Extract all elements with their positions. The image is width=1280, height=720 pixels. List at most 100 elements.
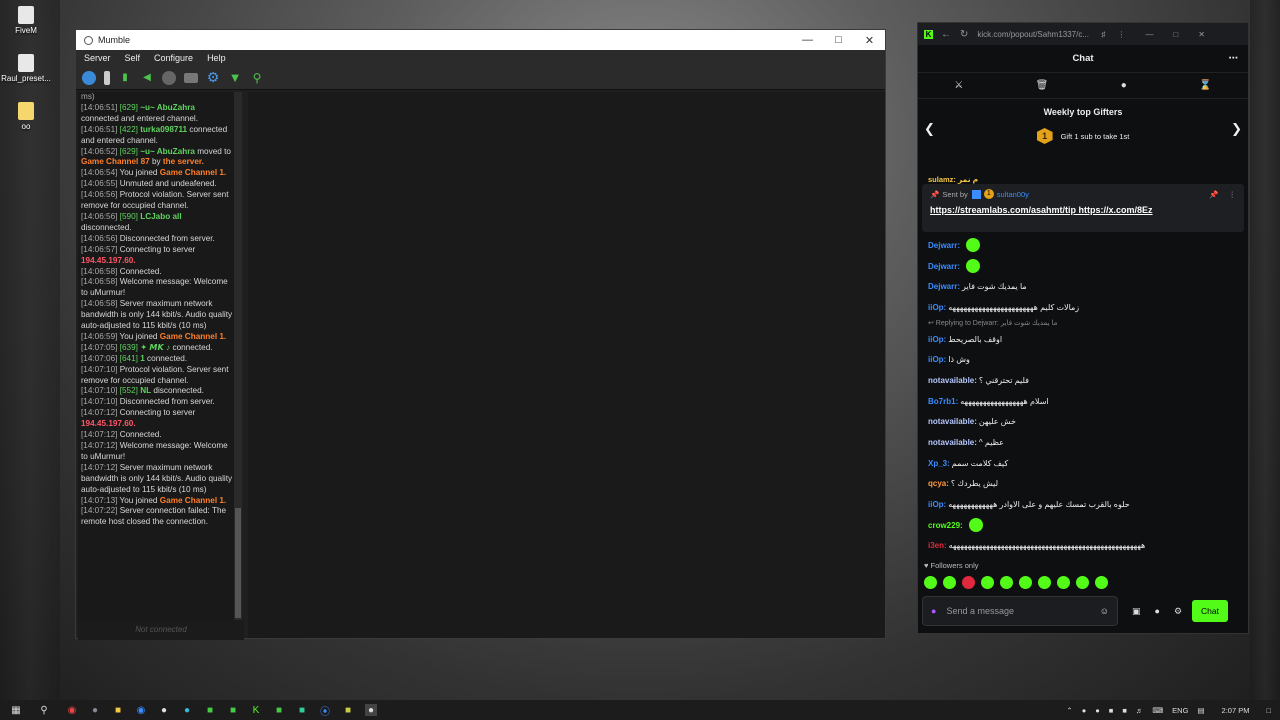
chat-username[interactable]: Dejwarr: xyxy=(928,241,960,250)
maximize-icon[interactable]: □ xyxy=(1173,30,1178,39)
desktop-icon-raul-preset[interactable]: Raul_preset... xyxy=(0,54,52,83)
tray-icon[interactable]: ● xyxy=(1095,706,1100,715)
folder-icon[interactable]: ■ xyxy=(112,704,124,716)
pinned-links[interactable]: https://streamlabs.com/asahmt/tip https:… xyxy=(930,205,1236,215)
app-icon[interactable]: ■ xyxy=(342,704,354,716)
chat-username[interactable]: i3en: xyxy=(928,541,947,550)
desktop-icon-oo[interactable]: oo xyxy=(0,102,52,131)
minimize-icon[interactable]: — xyxy=(1145,30,1153,39)
chat-username[interactable]: Bo7rb1: xyxy=(928,397,958,406)
chat-username[interactable]: Dejwarr: xyxy=(928,282,960,291)
chat-message[interactable]: iiOp: زمالات كليم ههههههههههههههههههههههه… xyxy=(928,297,1242,318)
microphone-icon[interactable]: ▮ xyxy=(118,71,132,85)
app-icon[interactable]: ■ xyxy=(204,704,216,716)
close-icon[interactable]: ✕ xyxy=(854,34,885,47)
emote-icon[interactable] xyxy=(962,576,975,589)
chevron-up-icon[interactable]: ⌃ xyxy=(1066,706,1072,715)
microphone-icon[interactable]: ● xyxy=(931,606,936,616)
emote-icon[interactable] xyxy=(924,576,937,589)
chat-log[interactable]: ms) [14:06:51] [629] ~u~ AbuZahra connect… xyxy=(78,92,236,620)
message-input[interactable]: ● Send a message ☺ xyxy=(922,596,1118,626)
mumble-taskbar-icon[interactable]: ● xyxy=(365,704,377,716)
chat-username[interactable]: Xp_3: xyxy=(928,459,950,468)
chat-message[interactable]: Bo7rb1: اسلام هههههههههههههههههه xyxy=(928,391,1242,412)
chevron-left-icon[interactable]: ❮ xyxy=(924,121,935,137)
record-icon[interactable] xyxy=(162,70,176,85)
menu-server[interactable]: Server xyxy=(84,53,111,63)
connect-globe-icon[interactable] xyxy=(82,70,96,85)
menu-dots-icon[interactable]: ⋮ xyxy=(1117,30,1125,39)
extension-icon[interactable]: ♯ xyxy=(1101,30,1105,39)
close-icon[interactable]: ✕ xyxy=(1198,30,1205,39)
chat-message[interactable]: notavailable: خش عليهن xyxy=(928,412,1242,433)
chat-username[interactable]: notavailable: xyxy=(928,438,977,447)
maximize-icon[interactable]: □ xyxy=(823,34,854,47)
emote-icon[interactable] xyxy=(1076,576,1089,589)
menu-configure[interactable]: Configure xyxy=(154,53,193,63)
pin-toggle-icon[interactable]: 📌 xyxy=(1209,190,1218,199)
chat-username[interactable]: iiOp: xyxy=(928,335,946,344)
language-indicator[interactable]: ENG xyxy=(1172,706,1188,715)
chat-message[interactable]: iiOp: حلوه بالقرب تمسك عليهم و على الاواد… xyxy=(928,494,1242,515)
log-scrollbar[interactable] xyxy=(234,92,242,620)
chat-message[interactable]: Xp_3: كيف كلامت سمم xyxy=(928,453,1242,474)
kick-icon[interactable]: K xyxy=(250,704,262,716)
chat-username[interactable]: notavailable: xyxy=(928,417,977,426)
app-icon[interactable]: ■ xyxy=(227,704,239,716)
chat-username[interactable]: crow229: xyxy=(928,521,963,530)
settings-gear-icon[interactable]: ⚙ xyxy=(206,69,220,85)
channel-tree[interactable] xyxy=(248,92,885,638)
app-icon[interactable]: ● xyxy=(89,704,101,716)
chat-bubble-icon[interactable]: ● xyxy=(1121,80,1127,91)
chevron-right-icon[interactable]: ❯ xyxy=(1231,121,1242,137)
chat-bubble-icon[interactable]: ● xyxy=(1155,606,1160,616)
chat-message[interactable]: notavailable: عظيم ^ xyxy=(928,432,1242,453)
reply-context[interactable]: ↩ Replying to Dejwarr: ما يمديك شوت فاير xyxy=(928,318,1242,329)
hourglass-icon[interactable]: ⌛ xyxy=(1199,80,1211,91)
emote-icon[interactable] xyxy=(981,576,994,589)
emote-icon[interactable] xyxy=(1057,576,1070,589)
network-icon[interactable]: ▤ xyxy=(1197,706,1204,715)
pinned-more-icon[interactable]: ⋮ xyxy=(1229,190,1237,199)
speaker-icon[interactable]: ◀ xyxy=(140,71,154,85)
chat-username[interactable]: iiOp: xyxy=(928,355,946,364)
chat-username[interactable]: iiOp: xyxy=(928,303,946,312)
search-icon[interactable]: ⚲ xyxy=(38,704,50,716)
app-icon[interactable]: ■ xyxy=(296,704,308,716)
notification-icon[interactable]: □ xyxy=(1266,706,1271,715)
desktop-icon-fivem[interactable]: FiveM xyxy=(0,6,52,35)
chat-message[interactable]: Dejwarr: ما يمديك شوت فاير xyxy=(928,276,1242,297)
sword-icon[interactable]: ⚔ xyxy=(954,80,963,91)
chat-message[interactable]: qcya: ليش يطردك ؟ xyxy=(928,474,1242,495)
app-icon[interactable]: ● xyxy=(181,704,193,716)
more-options-icon[interactable]: ⋯ xyxy=(1229,53,1239,64)
comment-icon[interactable] xyxy=(184,72,198,83)
chat-username[interactable]: notavailable: xyxy=(928,376,977,385)
emote-icon[interactable] xyxy=(1095,576,1108,589)
app-icon[interactable]: ■ xyxy=(273,704,285,716)
vscode-icon[interactable]: ⦿ xyxy=(319,704,331,718)
chat-username[interactable]: iiOp: xyxy=(928,500,946,509)
windows-start-icon[interactable]: ▦ xyxy=(10,704,22,716)
clock[interactable]: 2:07 PM xyxy=(1222,706,1250,715)
pinned-user[interactable]: sultan00y xyxy=(997,190,1029,199)
reload-icon[interactable]: ↻ xyxy=(960,29,968,40)
chat-message[interactable]: Dejwarr: xyxy=(928,235,1242,256)
chat-message[interactable]: iiOp: وش ذا xyxy=(928,349,1242,370)
menu-help[interactable]: Help xyxy=(207,53,226,63)
menu-self[interactable]: Self xyxy=(125,53,141,63)
emoji-icon[interactable]: ☺ xyxy=(1100,606,1109,616)
app-icon[interactable]: ● xyxy=(158,704,170,716)
filter-icon[interactable]: ▼ xyxy=(228,70,242,85)
emote-icon[interactable] xyxy=(1019,576,1032,589)
chat-message[interactable]: notavailable: فليم تحترقني ؟ xyxy=(928,370,1242,391)
minimize-icon[interactable]: — xyxy=(792,34,823,47)
scrollbar-thumb[interactable] xyxy=(235,508,241,618)
chrome-icon[interactable]: ◉ xyxy=(66,704,78,716)
tray-icon[interactable]: ● xyxy=(1082,706,1087,715)
emote-icon[interactable] xyxy=(1038,576,1051,589)
store-icon[interactable]: ▣ xyxy=(1132,606,1141,617)
back-arrow-icon[interactable]: ← xyxy=(941,29,951,40)
chat-username[interactable]: qcya: xyxy=(928,479,949,488)
info-icon[interactable] xyxy=(104,70,110,85)
